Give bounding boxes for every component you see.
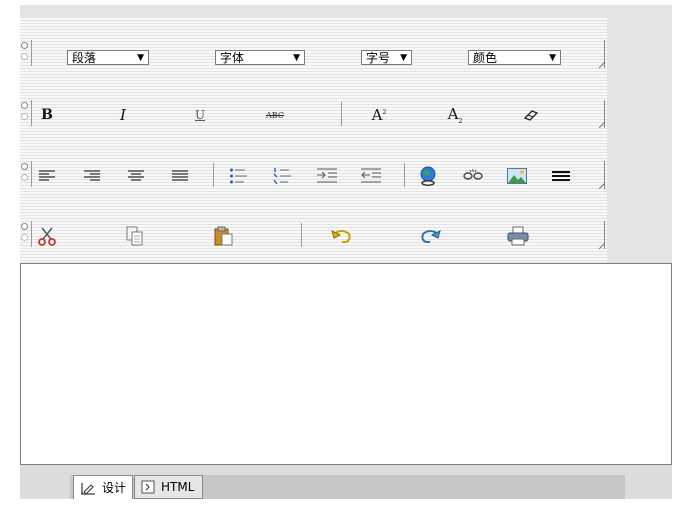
numbered-list-icon bbox=[273, 168, 291, 185]
align-left-icon bbox=[39, 170, 55, 181]
subscript-button[interactable]: A2 bbox=[443, 104, 467, 126]
unlink-button[interactable] bbox=[461, 165, 485, 187]
resize-grip[interactable] bbox=[599, 159, 607, 191]
paste-icon bbox=[214, 226, 233, 246]
horizontal-rule-button[interactable] bbox=[549, 165, 573, 187]
italic-button[interactable]: I bbox=[111, 104, 135, 126]
indent-button[interactable] bbox=[315, 165, 339, 187]
copy-button[interactable] bbox=[123, 225, 147, 247]
redo-button[interactable] bbox=[418, 225, 442, 247]
color-select[interactable]: 颜色 ▼ bbox=[468, 50, 561, 65]
align-center-button[interactable] bbox=[124, 165, 148, 187]
print-button[interactable] bbox=[506, 225, 530, 247]
chevron-down-icon: ▼ bbox=[293, 53, 300, 63]
toolbar-separator bbox=[301, 223, 302, 247]
chevron-down-icon: ▼ bbox=[400, 53, 407, 63]
unlink-icon bbox=[463, 169, 483, 180]
bulleted-list-button[interactable] bbox=[227, 165, 251, 187]
toolbar-row-format: 段落 ▼ 字体 ▼ 字号 ▼ 颜色 ▼ bbox=[20, 38, 607, 70]
resize-grip[interactable] bbox=[599, 219, 607, 251]
align-center-icon bbox=[128, 170, 144, 181]
strikethrough-button[interactable]: ABC bbox=[263, 104, 287, 126]
toolbar-grip[interactable] bbox=[21, 161, 29, 187]
outdent-icon bbox=[361, 168, 381, 183]
size-select[interactable]: 字号 ▼ bbox=[361, 50, 412, 65]
align-right-icon bbox=[84, 170, 100, 181]
paste-button[interactable] bbox=[212, 225, 236, 247]
insert-link-icon bbox=[420, 166, 436, 186]
toolbar-grip[interactable] bbox=[21, 40, 29, 66]
toolbar-row-paragraph bbox=[20, 159, 607, 191]
toolbar-row-style: B I U ABC A2 A2 bbox=[20, 98, 607, 130]
toolbar-grip[interactable] bbox=[21, 221, 29, 247]
resize-grip[interactable] bbox=[599, 38, 607, 70]
design-icon bbox=[81, 482, 95, 495]
underline-button[interactable]: U bbox=[188, 104, 212, 126]
toolbar-separator bbox=[341, 102, 342, 126]
outdent-button[interactable] bbox=[359, 165, 383, 187]
tab-html[interactable]: HTML bbox=[134, 475, 203, 499]
align-left-button[interactable] bbox=[35, 165, 59, 187]
toolbar-separator bbox=[404, 163, 405, 187]
copy-icon bbox=[126, 226, 143, 246]
editor-content-area[interactable] bbox=[20, 263, 672, 465]
chevron-down-icon: ▼ bbox=[549, 53, 556, 63]
resize-grip[interactable] bbox=[599, 98, 607, 130]
redo-icon bbox=[421, 230, 441, 243]
insert-link-button[interactable] bbox=[417, 165, 441, 187]
numbered-list-button[interactable] bbox=[271, 165, 295, 187]
insert-image-button[interactable] bbox=[505, 165, 529, 187]
insert-image-icon bbox=[507, 168, 527, 184]
eraser-icon bbox=[523, 110, 539, 121]
bold-button[interactable]: B bbox=[35, 104, 59, 126]
print-icon bbox=[507, 226, 529, 246]
bulleted-list-icon bbox=[230, 168, 247, 184]
cut-icon bbox=[38, 227, 56, 246]
toolbar-separator bbox=[213, 163, 214, 187]
paragraph-select[interactable]: 段落 ▼ bbox=[67, 50, 149, 65]
align-justify-icon bbox=[172, 170, 188, 181]
toolbar-row-edit bbox=[20, 219, 607, 251]
align-justify-button[interactable] bbox=[168, 165, 192, 187]
undo-button[interactable] bbox=[330, 225, 354, 247]
cut-button[interactable] bbox=[35, 225, 59, 247]
align-right-button[interactable] bbox=[80, 165, 104, 187]
indent-icon bbox=[317, 168, 337, 183]
horizontal-rule-icon bbox=[552, 171, 570, 181]
superscript-button[interactable]: A2 bbox=[367, 104, 391, 126]
clear-format-button[interactable] bbox=[519, 104, 543, 126]
tab-design[interactable]: 设计 bbox=[73, 475, 133, 499]
html-icon bbox=[141, 480, 155, 494]
toolbar-grip[interactable] bbox=[21, 100, 29, 126]
font-select[interactable]: 字体 ▼ bbox=[215, 50, 305, 65]
undo-icon bbox=[331, 230, 351, 243]
chevron-down-icon: ▼ bbox=[137, 53, 144, 63]
